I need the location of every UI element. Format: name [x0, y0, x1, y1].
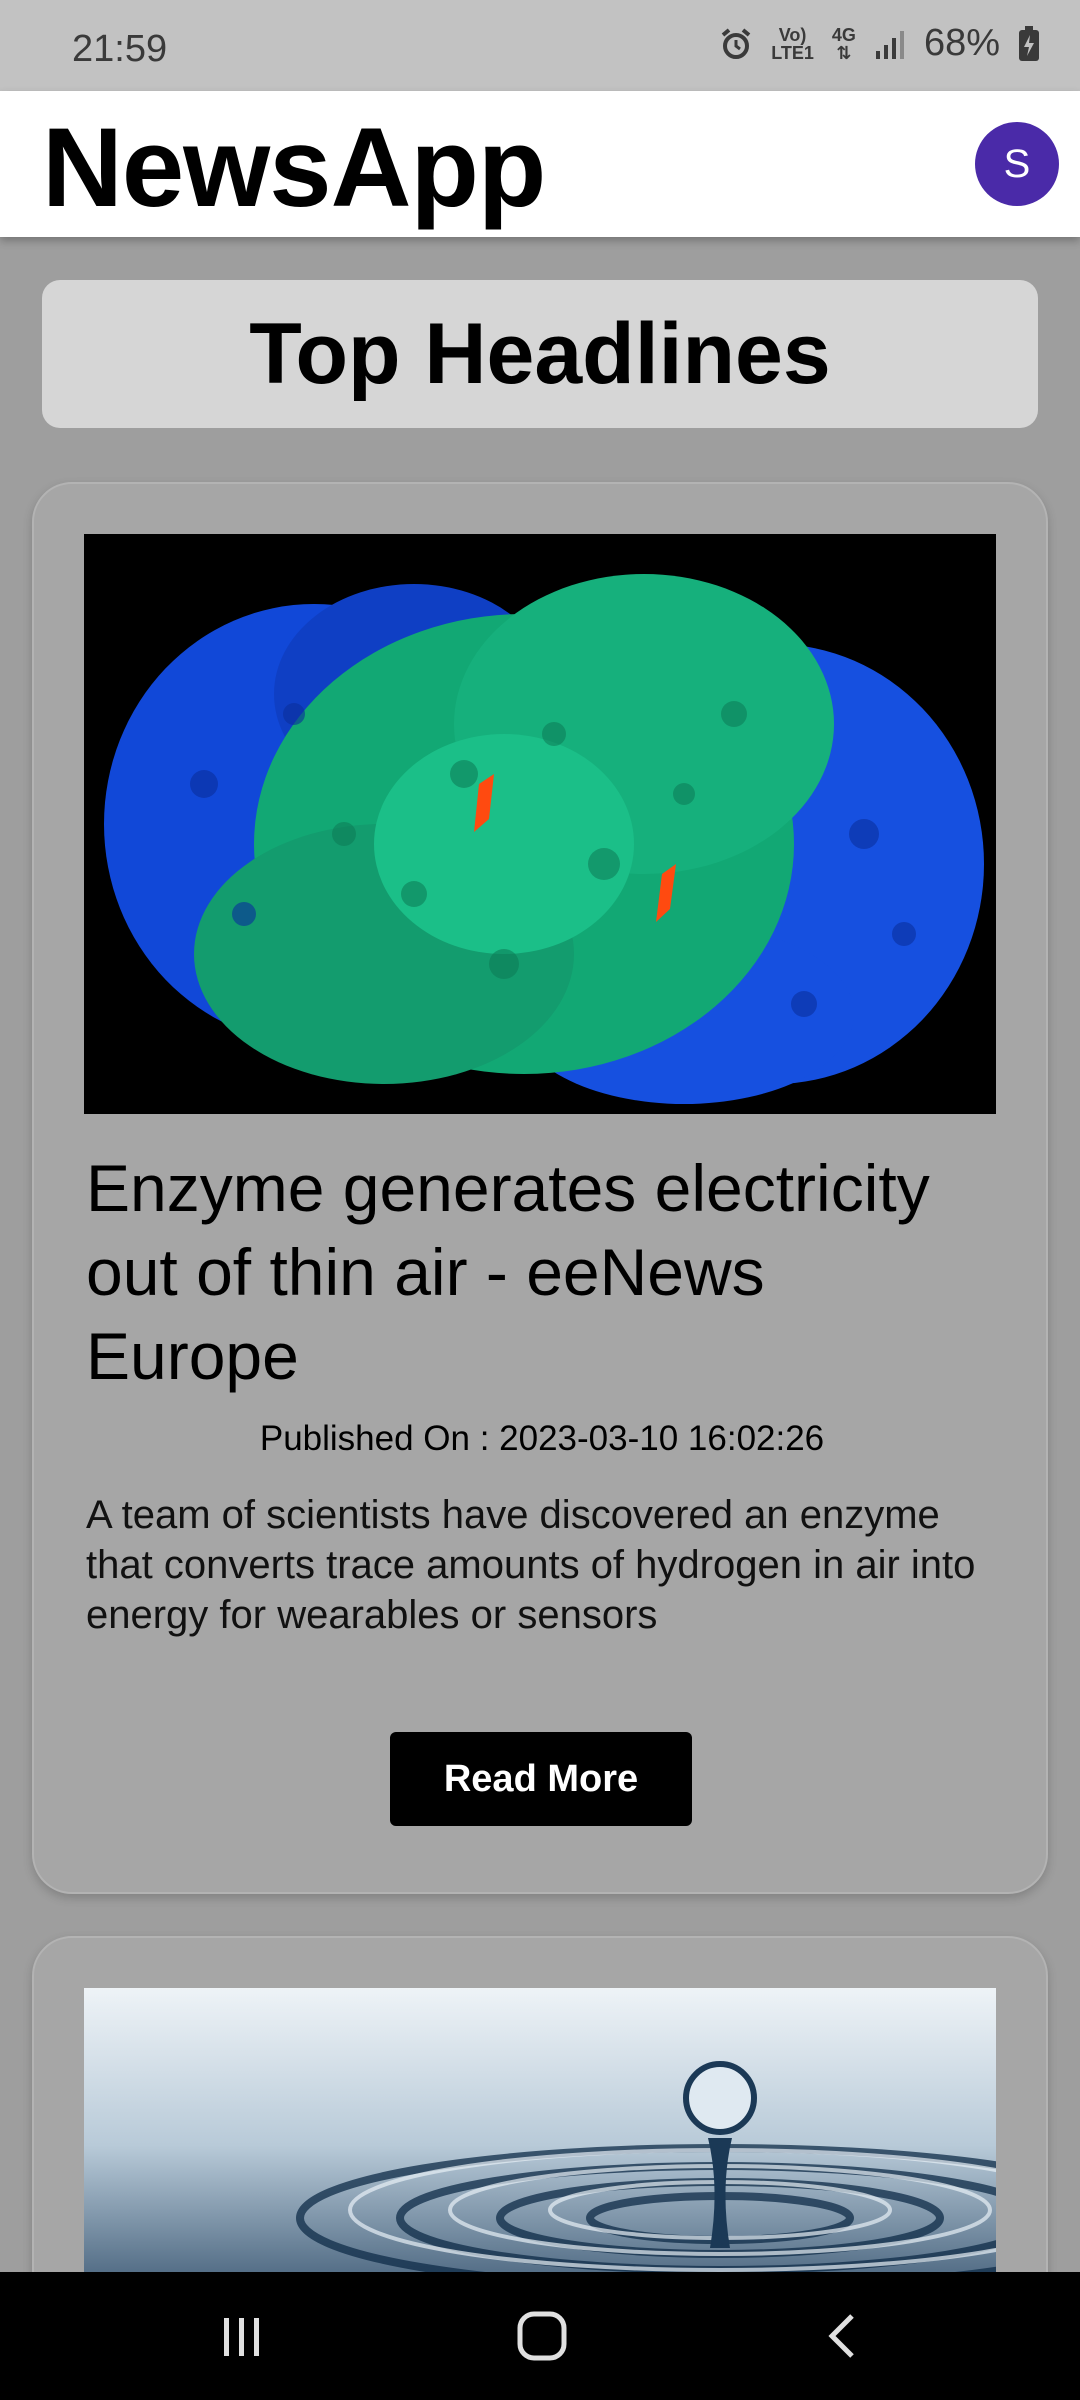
section-title: Top Headlines: [249, 305, 831, 402]
article-image: [84, 534, 996, 1114]
user-avatar[interactable]: S: [975, 122, 1059, 206]
battery-percentage: 68%: [923, 22, 1000, 64]
section-header: Top Headlines: [42, 280, 1038, 428]
recent-apps-icon[interactable]: [212, 2306, 272, 2366]
article-published-date: Published On : 2023-03-10 16:02:26: [259, 1419, 825, 1458]
status-icons: Vo) LTE1 4G ⇅ 68%: [719, 22, 1040, 65]
back-icon[interactable]: [812, 2306, 872, 2366]
app-title: NewsApp: [42, 105, 546, 230]
system-nav-bar: [0, 2272, 1080, 2400]
status-time: 21:59: [72, 28, 168, 70]
battery-charging-icon: [1018, 25, 1040, 62]
screen: 21:59 Vo) LTE1 4G ⇅ 68% NewsApp S Top He…: [0, 0, 1080, 2400]
article-title[interactable]: Enzyme generates electricity out of thin…: [86, 1146, 986, 1398]
article-description: A team of scientists have discovered an …: [86, 1493, 976, 1637]
volte-indicator: Vo) LTE1: [771, 24, 814, 63]
read-more-button[interactable]: Read More: [390, 1732, 692, 1826]
alarm-icon: [719, 27, 753, 61]
article-card: Enzyme generates electricity out of thin…: [32, 482, 1048, 1894]
signal-strength-icon: [874, 29, 906, 59]
app-bar: NewsApp S: [0, 91, 1080, 237]
status-bar: 21:59 Vo) LTE1 4G ⇅ 68%: [0, 0, 1080, 91]
network-type-indicator: 4G ⇅: [831, 24, 856, 63]
home-icon[interactable]: [512, 2306, 572, 2366]
